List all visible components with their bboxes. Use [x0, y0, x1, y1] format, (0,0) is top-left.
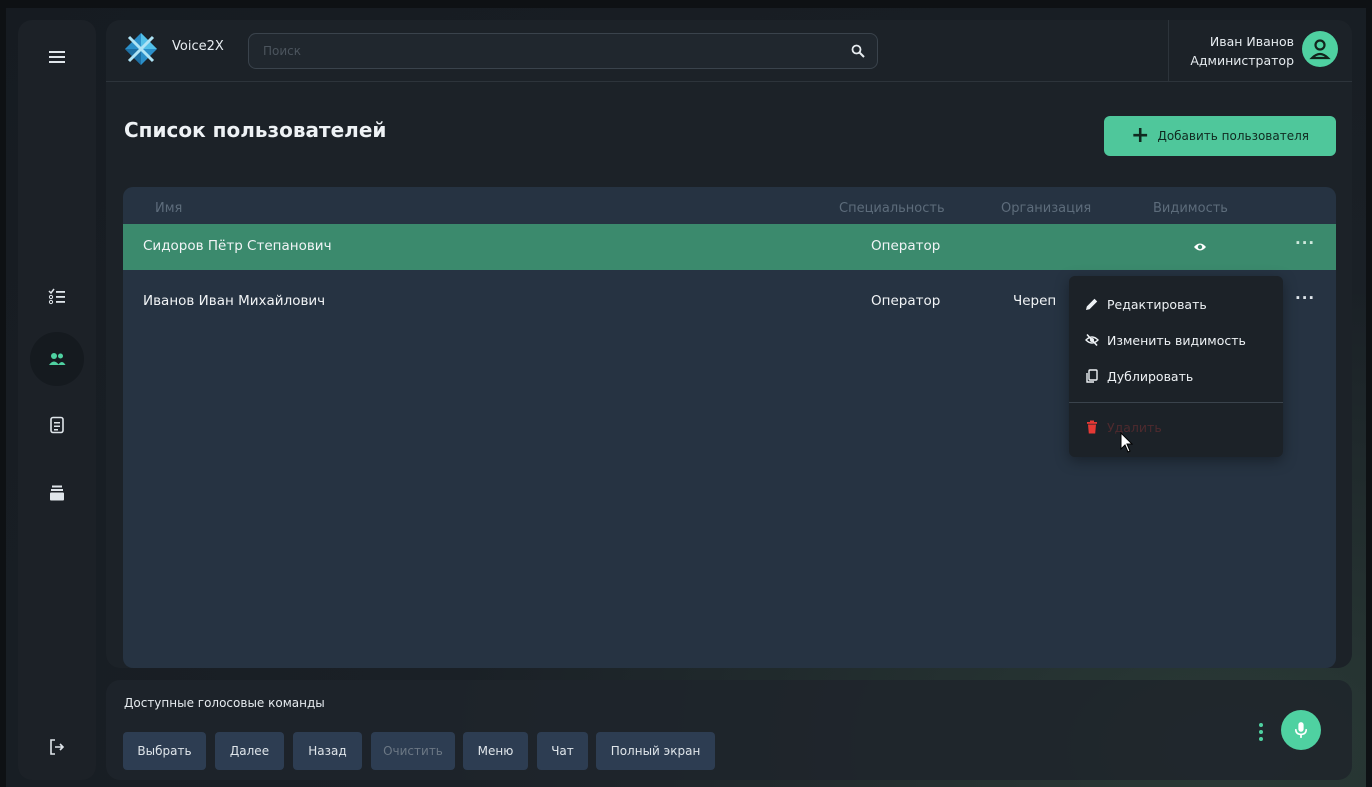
column-header-specialty[interactable]: Специальность	[839, 201, 945, 216]
menu-item-visibility[interactable]: Изменить видимость	[1069, 325, 1283, 355]
menu-item-label: Редактировать	[1107, 296, 1207, 312]
microphone-button[interactable]	[1281, 710, 1321, 750]
voice-commands-title: Доступные голосовые команды	[124, 696, 325, 710]
document-icon	[50, 416, 64, 434]
pencil-icon	[1086, 298, 1098, 310]
menu-divider	[1069, 402, 1283, 403]
topbar: Voice2X Иван Иванов Администратор	[106, 20, 1352, 82]
voice-command-clear[interactable]: Очистить	[371, 732, 455, 770]
menu-item-duplicate[interactable]: Дублировать	[1069, 361, 1283, 391]
cell-organization: Череп	[1013, 293, 1057, 309]
add-user-label: Добавить пользователя	[1157, 129, 1309, 143]
microphone-icon	[1294, 722, 1308, 738]
cell-specialty: Оператор	[871, 293, 941, 309]
search-icon[interactable]	[851, 44, 865, 58]
column-header-organization[interactable]: Организация	[1001, 201, 1091, 216]
users-icon	[49, 353, 66, 365]
avatar[interactable]	[1302, 31, 1338, 67]
mouse-cursor-icon	[1120, 432, 1134, 453]
row-actions-button[interactable]: ···	[1295, 289, 1315, 307]
logout-icon	[50, 739, 65, 755]
divider	[1168, 20, 1169, 82]
row-actions-button[interactable]: ···	[1295, 234, 1315, 252]
sidebar-item-documents[interactable]	[30, 398, 84, 452]
more-vertical-icon[interactable]	[1258, 722, 1264, 742]
user-icon	[1309, 39, 1331, 60]
archive-icon	[50, 485, 64, 501]
context-menu: Редактировать Изменить видимость Дублиро…	[1069, 276, 1283, 457]
voice-command-next[interactable]: Далее	[215, 732, 284, 770]
plus-icon: +	[1131, 123, 1150, 148]
sidebar-item-users[interactable]	[30, 332, 84, 386]
user-name: Иван Иванов	[1209, 34, 1294, 49]
menu-item-label: Изменить видимость	[1107, 332, 1246, 348]
column-header-visibility[interactable]: Видимость	[1153, 201, 1228, 216]
voice2x-logo-icon	[125, 33, 157, 65]
menu-item-label: Удалить	[1107, 419, 1162, 435]
trash-icon	[1087, 420, 1097, 434]
eye-icon[interactable]	[1193, 241, 1207, 253]
table-row[interactable]: Сидоров Пётр Степанович Оператор ···	[123, 224, 1336, 270]
user-role: Администратор	[1190, 53, 1294, 68]
menu-item-label: Дублировать	[1107, 368, 1194, 384]
add-user-button[interactable]: + Добавить пользователя	[1104, 116, 1336, 156]
menu-item-edit[interactable]: Редактировать	[1069, 289, 1283, 319]
sidebar-item-tasks[interactable]	[30, 270, 84, 324]
voice-command-fullscreen[interactable]: Полный экран	[596, 732, 715, 770]
search-box	[248, 33, 878, 69]
logout-button[interactable]	[30, 720, 84, 774]
brand-name: Voice2X	[172, 39, 224, 54]
checklist-icon	[48, 288, 65, 305]
voice-command-menu[interactable]: Меню	[463, 732, 528, 770]
eye-off-icon	[1085, 333, 1099, 347]
cell-name: Сидоров Пётр Степанович	[143, 238, 332, 254]
voice-command-select[interactable]: Выбрать	[123, 732, 206, 770]
cell-name: Иванов Иван Михайлович	[143, 293, 326, 309]
page-title: Список пользователей	[124, 118, 387, 142]
sidebar-item-archive[interactable]	[30, 466, 84, 520]
cell-specialty: Оператор	[871, 238, 941, 254]
voice-command-back[interactable]: Назад	[293, 732, 362, 770]
menu-item-delete[interactable]: Удалить	[1069, 412, 1283, 442]
voice-commands-panel: Доступные голосовые команды Выбрать Дале…	[106, 680, 1352, 780]
hamburger-icon	[49, 51, 65, 63]
search-input[interactable]	[263, 34, 843, 68]
sidebar	[18, 20, 96, 780]
voice-command-chat[interactable]: Чат	[537, 732, 588, 770]
column-header-name[interactable]: Имя	[155, 201, 182, 216]
hamburger-menu-button[interactable]	[30, 30, 84, 84]
copy-icon	[1086, 369, 1098, 383]
